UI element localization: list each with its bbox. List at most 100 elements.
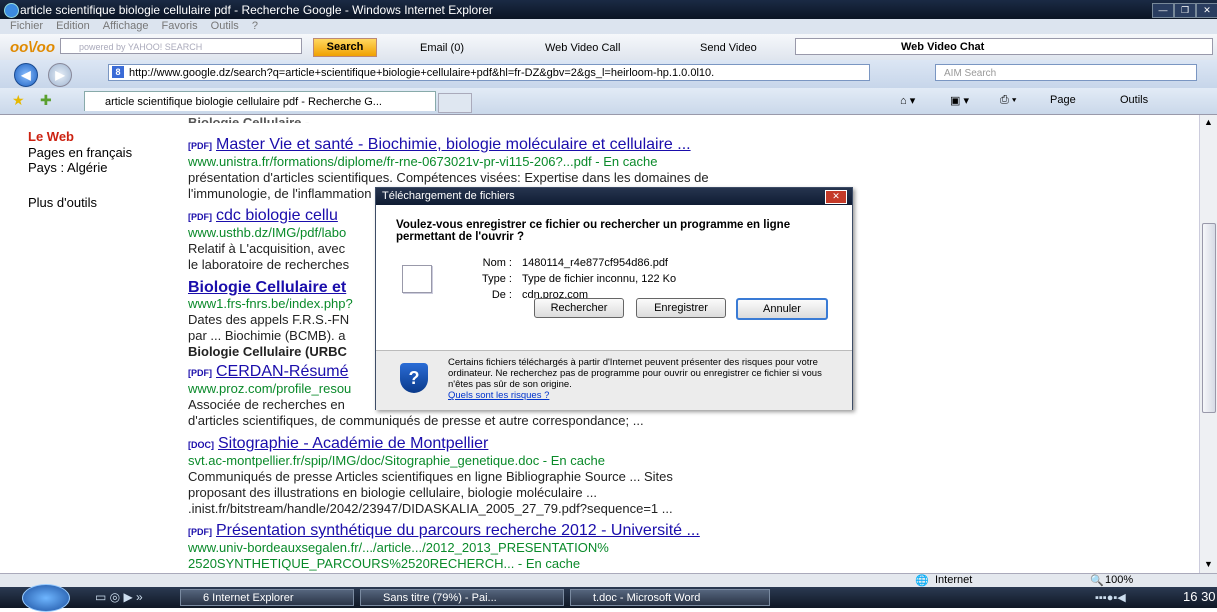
result-title[interactable]: Présentation synthétique du parcours rec… [216,522,700,539]
aim-search-input[interactable]: AIM Search [935,64,1197,81]
scroll-down-icon[interactable]: ▼ [1204,559,1213,569]
security-zone: Internet [935,574,973,586]
quick-launch-icons[interactable]: ▭ ◎ ▶ » [95,590,143,604]
new-tab-button[interactable] [438,93,472,113]
result-snippet: d'articles scientifiques, de communiqués… [188,413,644,428]
result-url: www.usthb.dz/IMG/pdf/labo [188,225,347,240]
scroll-thumb[interactable] [1202,223,1216,413]
file-type-badge: [PDF] [188,141,212,151]
email-link[interactable]: Email (0) [420,42,464,54]
cancel-button[interactable]: Annuler [736,298,828,320]
dialog-close-button[interactable]: ✕ [825,190,847,204]
tab-google-search[interactable]: article scientifique biologie cellulaire… [84,91,436,111]
task-internet-explorer[interactable]: 6 Internet Explorer [180,589,354,606]
menu-view[interactable]: Affichage [103,20,149,32]
result-title[interactable]: Biologie Cellulaire et [188,279,346,296]
save-button[interactable]: Enregistrer [636,298,726,318]
google-favicon-icon: 8 [112,66,124,78]
shield-icon: ? [400,363,428,393]
result-snippet: le laboratoire de recherches [188,257,350,272]
result-snippet: proposant des illustrations en biologie … [188,485,598,500]
task-paint[interactable]: Sans titre (79%) - Pai... [360,589,564,606]
menu-bar: Fichier Edition Affichage Favoris Outils… [0,19,1217,34]
favorites-star-icon[interactable]: ★ [12,92,25,109]
search-button[interactable]: Rechercher [534,298,624,318]
task-word[interactable]: t.doc - Microsoft Word [570,589,770,606]
feeds-icon[interactable]: ▣ ▾ [950,94,969,107]
result-snippet: Dates des appels F.R.S.-FN [188,312,350,327]
forward-icon[interactable]: ▶ [48,63,72,87]
tools-menu[interactable]: Outils [1120,94,1148,106]
minimize-button[interactable]: — [1152,3,1174,18]
nav-country[interactable]: Pays : Algérie [28,160,108,175]
from-label: De : [491,289,512,301]
file-name: 1480114_r4e877cf954d86.pdf [522,257,668,269]
result-title[interactable]: cdc biologie cellu [216,207,338,224]
result-snippet: Relatif à L'acquisition, avec [188,241,346,256]
risks-link[interactable]: Quels sont les risques ? [448,390,549,401]
file-icon [402,265,432,293]
result-title[interactable]: Master Vie et santé - Biochimie, biologi… [216,136,691,153]
add-favorites-icon[interactable]: ✚ [40,92,52,109]
address-input[interactable]: http://www.google.dz/search?q=article+sc… [108,64,870,81]
result-url: www.univ-bordeauxsegalen.fr/.../article.… [188,540,609,555]
menu-edit[interactable]: Edition [56,20,90,32]
menu-file[interactable]: Fichier [10,20,43,32]
menu-tools[interactable]: Outils [211,20,239,32]
menu-help[interactable]: ? [252,20,258,32]
result-url: www.unistra.fr/formations/diplome/fr-rne… [188,154,658,169]
back-icon[interactable]: ◀ [14,63,38,87]
result-url: www.proz.com/profile_resou [188,381,352,396]
vertical-scrollbar[interactable]: ▲ ▼ [1199,115,1217,573]
status-bar: 🌐 Internet 🔍 100% [0,573,1217,588]
yahoo-toolbar: oo\/oo powered by YAHOO! SEARCH Search E… [0,34,1217,61]
result-snippet: par ... Biochimie (BCMB). a [188,328,346,343]
file-type-badge: [PDF] [188,212,212,222]
result-url: svt.ac-montpellier.fr/spip/IMG/doc/Sitog… [188,453,605,468]
maximize-button[interactable]: ❐ [1174,3,1196,18]
dialog-title: Téléchargement de fichiers [376,188,852,205]
file-type-badge: [PDF] [188,527,212,537]
home-icon[interactable]: ⌂ ▾ [900,94,915,107]
zoom-icon: 🔍 [1090,575,1104,587]
address-bar-row: ◀ ▶ http://www.google.dz/search?q=articl… [0,60,1217,88]
file-type-badge: [PDF] [188,368,212,378]
dialog-warning-panel: ? Certains fichiers téléchargés à partir… [376,350,852,410]
menu-favorites[interactable]: Favoris [162,20,198,32]
window-title: article scientifique biologie cellulaire… [20,3,493,17]
result-url: www1.frs-fnrs.be/index.php? [188,296,353,311]
print-icon[interactable]: ⎙ ▾ [1000,94,1016,107]
result-snippet: Associée de recherches en [188,397,345,412]
result-snippet: .inist.fr/bitstream/handle/2042/23947/DI… [188,501,673,516]
video-call-link[interactable]: Web Video Call [545,42,620,54]
search-result: [DOC] Sitographie - Académie de Montpelli… [188,436,848,517]
nav-pages-fr[interactable]: Pages en français [28,145,132,160]
nav-more-tools[interactable]: Plus d'outils [28,195,97,210]
dialog-body: Voulez-vous enregistrer ce fichier ou re… [376,205,852,350]
type-label: Type : [482,273,512,285]
warning-text: Certains fichiers téléchargés à partir d… [448,357,843,401]
yahoo-search-button[interactable]: Search [313,38,377,57]
zoom-level[interactable]: 100% [1105,574,1133,586]
close-button[interactable]: ✕ [1196,3,1217,18]
scroll-up-icon[interactable]: ▲ [1204,117,1213,127]
result-title[interactable]: CERDAN-Résumé [216,363,348,380]
internet-zone-icon: 🌐 [915,575,929,587]
result-snippet: Biologie Cellulaire (URBC [188,344,347,359]
video-chat-field[interactable]: Web Video Chat [795,38,1213,55]
window-title-bar[interactable]: article scientifique biologie cellulaire… [0,0,1217,19]
tray-icons[interactable]: ▪▪▪●▪◀ [1095,591,1126,604]
warning-message: Certains fichiers téléchargés à partir d… [448,357,822,390]
send-video-link[interactable]: Send Video [700,42,757,54]
yahoo-search-input[interactable]: powered by YAHOO! SEARCH [60,38,302,54]
file-type-badge: [DOC] [188,440,214,450]
download-dialog: Téléchargement de fichiers ✕ Voulez-vous… [375,187,853,410]
result-title[interactable]: Sitographie - Académie de Montpellier [218,435,488,452]
dialog-question: Voulez-vous enregistrer ce fichier ou re… [396,219,791,243]
page-menu[interactable]: Page [1050,94,1076,106]
cut-snippet: Biologie Cellulaire - ... ... [188,115,339,123]
ie-icon [4,3,19,18]
nav-web[interactable]: Le Web [28,129,74,144]
tab-bar: ★ ✚ article scientifique biologie cellul… [0,88,1217,115]
file-type: Type de fichier inconnu, 122 Ko [522,273,677,285]
